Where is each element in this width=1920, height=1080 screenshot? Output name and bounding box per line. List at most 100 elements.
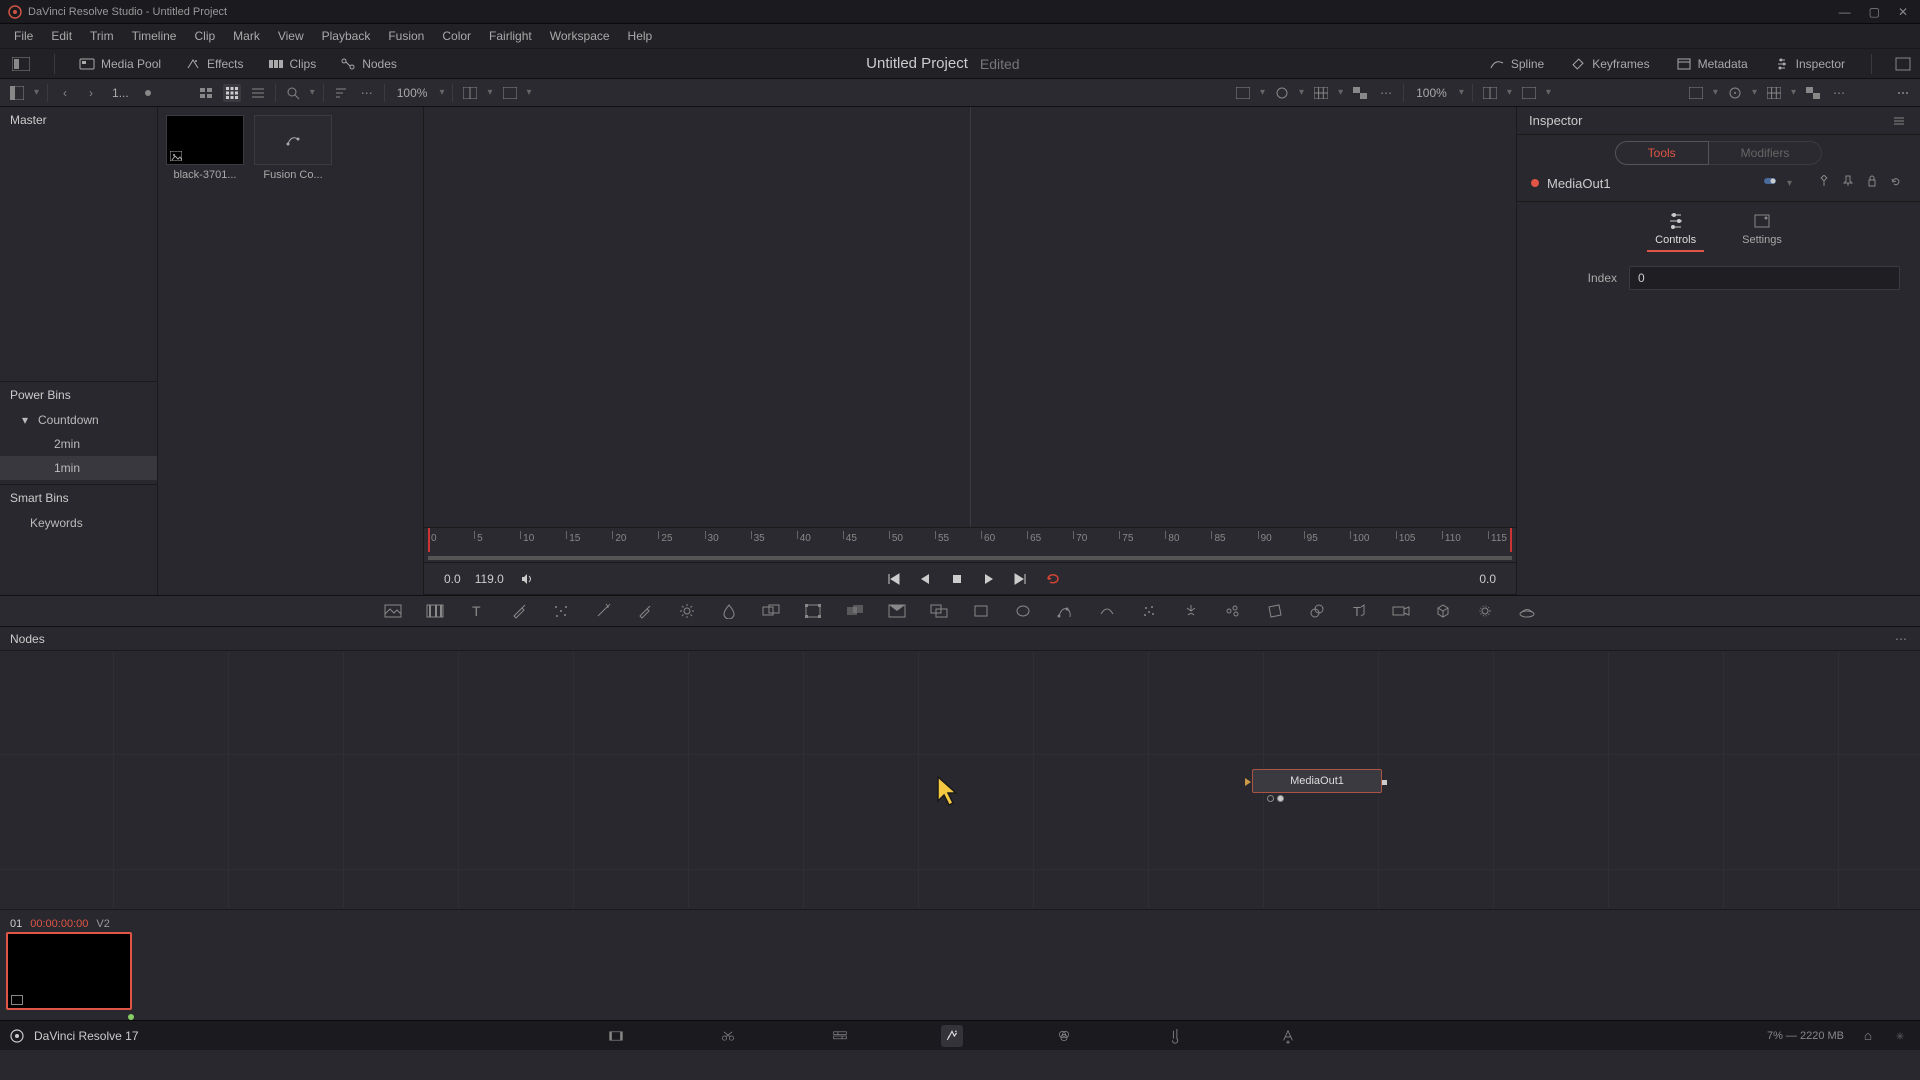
bin-2min[interactable]: 2min xyxy=(0,432,157,456)
clips-toggle[interactable]: Clips xyxy=(264,54,321,74)
viewer-left[interactable] xyxy=(424,107,971,527)
clip-thumb-1[interactable]: black-3701... xyxy=(166,115,244,181)
inspector-expand-icon[interactable] xyxy=(1890,112,1908,130)
menu-mark[interactable]: Mark xyxy=(225,25,268,47)
bin-1min[interactable]: 1min xyxy=(0,456,157,480)
expand-icon[interactable] xyxy=(1894,55,1912,73)
checker-c-icon[interactable] xyxy=(1804,84,1822,102)
timeline-ruler[interactable]: 0510152025303540455055606570758085909510… xyxy=(424,527,1516,563)
bin-keywords[interactable]: Keywords xyxy=(0,511,157,535)
stop-icon[interactable] xyxy=(948,570,966,588)
viewer-single-icon[interactable] xyxy=(501,84,519,102)
lock-icon[interactable] xyxy=(1866,175,1882,191)
node-input-icon[interactable] xyxy=(1245,778,1251,786)
text3d-icon[interactable]: T xyxy=(1349,601,1369,621)
list-view-icon[interactable] xyxy=(197,84,215,102)
page-fairlight-icon[interactable] xyxy=(1165,1025,1187,1047)
menu-help[interactable]: Help xyxy=(620,25,661,47)
go-start-icon[interactable] xyxy=(884,570,902,588)
menu-clip[interactable]: Clip xyxy=(186,25,223,47)
menu-color[interactable]: Color xyxy=(434,25,479,47)
panel-dots-icon[interactable] xyxy=(1894,84,1912,102)
sidebar-icon[interactable] xyxy=(8,84,26,102)
detail-view-icon[interactable] xyxy=(249,84,267,102)
viewer-right[interactable] xyxy=(971,107,1517,527)
nav-prev-icon[interactable]: ‹ xyxy=(56,84,74,102)
ellipse-mask-icon[interactable] xyxy=(1013,601,1033,621)
zoom-right[interactable]: 100% xyxy=(1412,86,1451,100)
gear-icon[interactable] xyxy=(1892,1028,1908,1044)
resize-tool-icon[interactable] xyxy=(929,601,949,621)
sort-icon[interactable] xyxy=(332,84,350,102)
prender-tool-icon[interactable] xyxy=(1181,601,1201,621)
grid-overlay-icon[interactable] xyxy=(1312,84,1330,102)
playhead-start[interactable] xyxy=(428,528,430,552)
rect-mask-icon[interactable] xyxy=(971,601,991,621)
nodes-toggle[interactable]: Nodes xyxy=(336,54,401,74)
cube-icon[interactable] xyxy=(1433,601,1453,621)
search-icon[interactable] xyxy=(284,84,302,102)
grid-view-icon[interactable] xyxy=(223,84,241,102)
clip-strip-thumb[interactable]: 01 00:00:00:00 V2 xyxy=(6,916,132,1020)
more-icon[interactable]: ⋯ xyxy=(358,84,376,102)
matte-tool-icon[interactable] xyxy=(887,601,907,621)
node-view1-icon[interactable] xyxy=(1267,795,1274,802)
viewer-b-single-icon[interactable] xyxy=(1520,84,1538,102)
clip-thumb-2[interactable]: Fusion Co... xyxy=(254,115,332,181)
effects-toggle[interactable]: Effects xyxy=(181,54,247,74)
maximize-button[interactable]: ▢ xyxy=(1869,5,1880,19)
node-output-icon[interactable] xyxy=(1382,780,1387,785)
reset-icon[interactable] xyxy=(1890,175,1906,191)
light-icon[interactable] xyxy=(1475,601,1495,621)
viewer-c-icon[interactable] xyxy=(1687,84,1705,102)
grid-c-icon[interactable] xyxy=(1765,84,1783,102)
nodes-more-icon[interactable]: ⋯ xyxy=(1892,630,1910,648)
render3d-icon[interactable] xyxy=(1517,601,1537,621)
shape3d-icon[interactable] xyxy=(1307,601,1327,621)
menu-edit[interactable]: Edit xyxy=(43,25,80,47)
tab-modifiers[interactable]: Modifiers xyxy=(1709,141,1823,165)
media-pool-toggle[interactable]: Media Pool xyxy=(75,54,165,74)
scope-icon[interactable] xyxy=(1726,84,1744,102)
page-deliver-icon[interactable] xyxy=(1277,1025,1299,1047)
nav-next-icon[interactable]: › xyxy=(82,84,100,102)
menu-fusion[interactable]: Fusion xyxy=(380,25,432,47)
checker-icon[interactable] xyxy=(1351,84,1369,102)
loop-icon[interactable] xyxy=(1044,570,1062,588)
menu-playback[interactable]: Playback xyxy=(314,25,379,47)
blur-tool-icon[interactable] xyxy=(719,601,739,621)
camera-icon[interactable] xyxy=(1391,601,1411,621)
page-edit-icon[interactable] xyxy=(829,1025,851,1047)
color-icon[interactable] xyxy=(1273,84,1291,102)
transform-tool-icon[interactable] xyxy=(803,601,823,621)
more-icon-2[interactable]: ⋯ xyxy=(1377,84,1395,102)
tracker-tool-icon[interactable] xyxy=(551,601,571,621)
merge-tool-icon[interactable] xyxy=(845,601,865,621)
keyframes-toggle[interactable]: Keyframes xyxy=(1566,54,1653,74)
particles-tool-icon[interactable] xyxy=(1139,601,1159,621)
brightness-tool-icon[interactable] xyxy=(677,601,697,621)
pemitter-tool-icon[interactable] xyxy=(1223,601,1243,621)
tab-tools[interactable]: Tools xyxy=(1615,141,1709,165)
viewer-b-layout-icon[interactable] xyxy=(1481,84,1499,102)
menu-view[interactable]: View xyxy=(270,25,312,47)
nodes-canvas[interactable]: MediaOut1 xyxy=(0,651,1920,910)
node-view2-icon[interactable] xyxy=(1277,795,1284,802)
enable-toggle-icon[interactable] xyxy=(1763,175,1779,191)
page-cut-icon[interactable] xyxy=(717,1025,739,1047)
viewer-layout-icon[interactable] xyxy=(461,84,479,102)
menu-fairlight[interactable]: Fairlight xyxy=(481,25,540,47)
metadata-toggle[interactable]: Metadata xyxy=(1672,54,1752,74)
image-plane-icon[interactable] xyxy=(1265,601,1285,621)
text-tool-icon[interactable]: T xyxy=(467,601,487,621)
page-fusion-icon[interactable] xyxy=(941,1025,963,1047)
background-tool-icon[interactable] xyxy=(383,601,403,621)
spline-toggle[interactable]: Spline xyxy=(1485,54,1548,74)
home-icon[interactable] xyxy=(1860,1028,1876,1044)
menu-workspace[interactable]: Workspace xyxy=(542,25,618,47)
playhead-end[interactable] xyxy=(1510,528,1512,552)
node-mediaout1[interactable]: MediaOut1 xyxy=(1252,769,1382,793)
inspector-toggle[interactable]: Inspector xyxy=(1770,54,1849,74)
colorcorrect-tool-icon[interactable] xyxy=(761,601,781,621)
close-button[interactable]: ✕ xyxy=(1898,5,1908,19)
